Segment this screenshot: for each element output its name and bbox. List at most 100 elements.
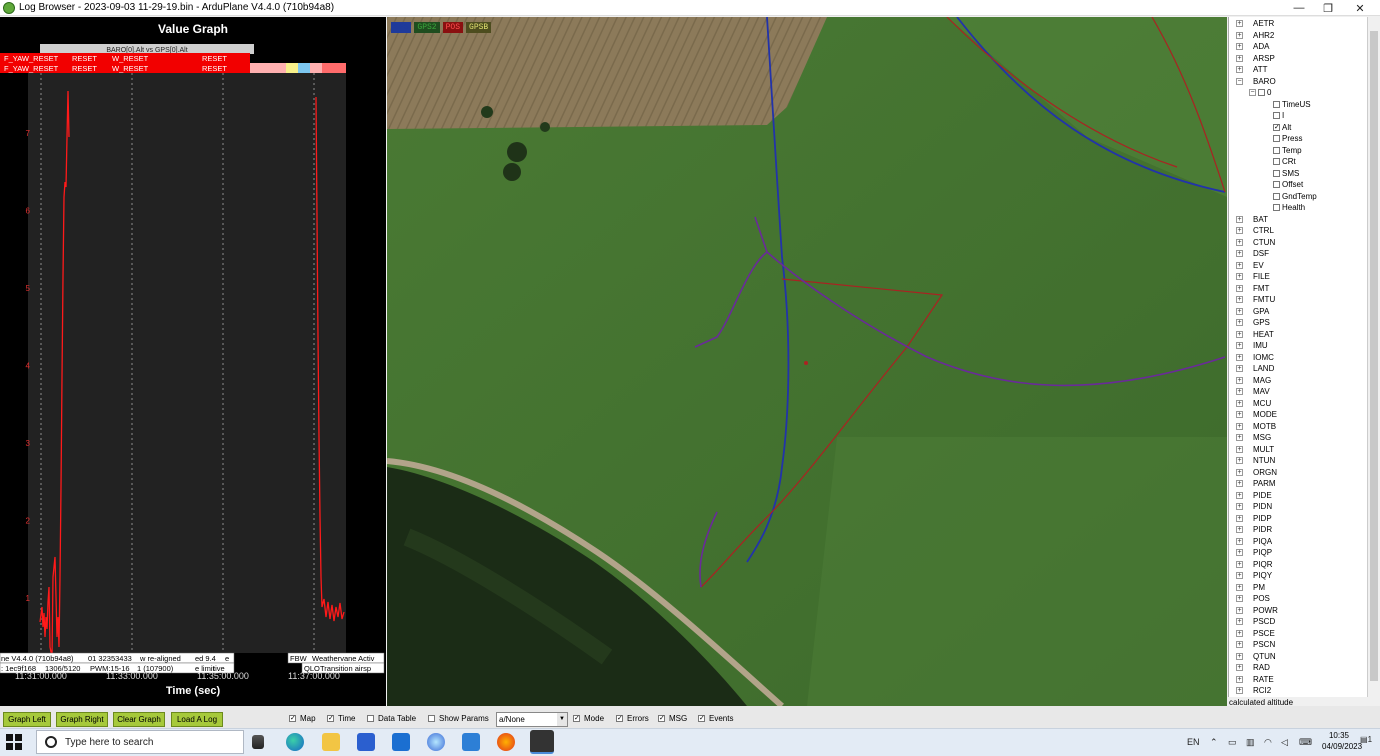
expand-icon[interactable]: +: [1236, 422, 1243, 430]
tree-item-mult[interactable]: + MULT: [1236, 444, 1274, 456]
field-checkbox[interactable]: [1273, 158, 1280, 166]
data-table-check-box[interactable]: [367, 715, 374, 722]
value-graph-panel[interactable]: BARO[0].Alt vs GPS[0].Alt F_YAW_RESET RES…: [0, 17, 386, 706]
field-checkbox[interactable]: [1273, 192, 1280, 200]
expand-icon[interactable]: +: [1236, 261, 1243, 269]
tree-item-ahr2[interactable]: + AHR2: [1236, 30, 1274, 42]
tree-item-heat[interactable]: + HEAT: [1236, 329, 1274, 341]
expand-icon[interactable]: +: [1236, 43, 1243, 51]
clock[interactable]: 10:35 04/09/2023: [1322, 730, 1362, 752]
tree-item-baro[interactable]: − BARO: [1236, 76, 1276, 88]
expand-icon[interactable]: +: [1236, 664, 1243, 672]
expand-icon[interactable]: +: [1236, 31, 1243, 39]
windows-start-icon[interactable]: [6, 734, 22, 750]
field-checkbox[interactable]: ✓: [1273, 123, 1280, 131]
map-panel[interactable]: GPS GPS2 POS GPSB: [387, 17, 1227, 706]
expand-icon[interactable]: +: [1236, 652, 1243, 660]
expand-icon[interactable]: +: [1236, 388, 1243, 396]
store-icon[interactable]: [357, 733, 375, 751]
time-checkbox[interactable]: ✓ Time: [327, 714, 355, 723]
maximize-button[interactable]: ❐: [1313, 0, 1343, 16]
field-offset[interactable]: Offset: [1273, 179, 1303, 191]
msg-checkbox[interactable]: ✓ MSG: [658, 714, 687, 723]
tree-item-piqp[interactable]: + PIQP: [1236, 547, 1272, 559]
tree-item-pos[interactable]: + POS: [1236, 593, 1270, 605]
expand-icon[interactable]: +: [1236, 514, 1243, 522]
data-table-checkbox[interactable]: Data Table: [367, 714, 416, 723]
collapse-icon[interactable]: −: [1249, 89, 1256, 97]
tree-item-powr[interactable]: + POWR: [1236, 605, 1278, 617]
expand-icon[interactable]: +: [1236, 307, 1243, 315]
expand-icon[interactable]: +: [1236, 595, 1243, 603]
expand-icon[interactable]: +: [1236, 468, 1243, 476]
tree-item-ev[interactable]: + EV: [1236, 260, 1264, 272]
errors-check-box[interactable]: ✓: [616, 715, 623, 722]
expand-icon[interactable]: +: [1236, 606, 1243, 614]
expand-icon[interactable]: +: [1236, 675, 1243, 683]
field-checkbox[interactable]: [1273, 112, 1280, 120]
expand-icon[interactable]: +: [1236, 687, 1243, 695]
tree-item-fmtu[interactable]: + FMTU: [1236, 294, 1275, 306]
field-checkbox[interactable]: [1273, 100, 1280, 108]
minimize-button[interactable]: —: [1284, 0, 1314, 16]
tree-item-dsf[interactable]: + DSF: [1236, 248, 1269, 260]
field-press[interactable]: Press: [1273, 133, 1302, 145]
tree-item-gps[interactable]: + GPS: [1236, 317, 1270, 329]
show-params-check-box[interactable]: [428, 715, 435, 722]
mode-checkbox[interactable]: ✓ Mode: [573, 714, 604, 723]
app-icon-blue[interactable]: [462, 733, 480, 751]
tree-item-mcu[interactable]: + MCU: [1236, 398, 1271, 410]
tree-item-ntun[interactable]: + NTUN: [1236, 455, 1275, 467]
graph-left-button[interactable]: Graph Left: [3, 712, 51, 727]
tree-item-parm[interactable]: + PARM: [1236, 478, 1276, 490]
mission-planner-icon[interactable]: [530, 730, 554, 754]
tree-item-pide[interactable]: + PIDE: [1236, 490, 1272, 502]
tree-item-pm[interactable]: + PM: [1236, 582, 1265, 594]
network-icon[interactable]: ▥: [1246, 737, 1255, 748]
expand-icon[interactable]: +: [1236, 238, 1243, 246]
scrollbar-thumb[interactable]: [1370, 31, 1378, 681]
field-sms[interactable]: SMS: [1273, 168, 1299, 180]
field-timeus[interactable]: TimeUS: [1273, 99, 1311, 111]
expand-icon[interactable]: +: [1236, 227, 1243, 235]
chevron-up-icon[interactable]: ⌃: [1210, 737, 1218, 748]
value-graph[interactable]: BARO[0].Alt vs GPS[0].Alt F_YAW_RESET RES…: [0, 17, 386, 706]
field-checkbox[interactable]: [1273, 146, 1280, 154]
expand-icon[interactable]: +: [1236, 411, 1243, 419]
msg-check-box[interactable]: ✓: [658, 715, 665, 722]
tree-item-pscd[interactable]: + PSCD: [1236, 616, 1275, 628]
tree-item-land[interactable]: + LAND: [1236, 363, 1274, 375]
field-gndtemp[interactable]: GndTemp: [1273, 191, 1317, 203]
battery-icon[interactable]: ▭: [1228, 737, 1237, 748]
field-checkbox[interactable]: [1273, 181, 1280, 189]
tree-item-baro-instance[interactable]: −0: [1249, 87, 1271, 99]
tree-item-rate[interactable]: + RATE: [1236, 674, 1274, 686]
tree-item-pidn[interactable]: + PIDN: [1236, 501, 1272, 513]
task-view-icon[interactable]: [252, 735, 264, 749]
clear-graph-button[interactable]: Clear Graph: [113, 712, 165, 727]
tree-item-pscn[interactable]: + PSCN: [1236, 639, 1275, 651]
field-alt[interactable]: ✓ Alt: [1273, 122, 1291, 134]
tree-item-pidr[interactable]: + PIDR: [1236, 524, 1272, 536]
tree-item-orgn[interactable]: + ORGN: [1236, 467, 1277, 479]
expand-icon[interactable]: +: [1236, 284, 1243, 292]
tree-item-rad[interactable]: + RAD: [1236, 662, 1270, 674]
chevron-down-icon[interactable]: ▼: [557, 713, 567, 726]
expand-icon[interactable]: +: [1236, 457, 1243, 465]
tree-item-piqr[interactable]: + PIQR: [1236, 559, 1273, 571]
field-i[interactable]: I: [1273, 110, 1284, 122]
tree-item-imu[interactable]: + IMU: [1236, 340, 1268, 352]
instance-checkbox[interactable]: [1258, 89, 1265, 97]
tree-item-mode[interactable]: + MODE: [1236, 409, 1277, 421]
file-explorer-icon[interactable]: [322, 733, 340, 751]
taskbar-search[interactable]: Type here to search: [36, 730, 244, 754]
tree-item-fmt[interactable]: + FMT: [1236, 283, 1269, 295]
collapse-icon[interactable]: −: [1236, 77, 1243, 85]
expand-icon[interactable]: +: [1236, 215, 1243, 223]
expand-icon[interactable]: +: [1236, 319, 1243, 327]
graph-right-button[interactable]: Graph Right: [56, 712, 108, 727]
tree-item-file[interactable]: + FILE: [1236, 271, 1270, 283]
tree-item-arsp[interactable]: + ARSP: [1236, 53, 1275, 65]
tree-item-msg[interactable]: + MSG: [1236, 432, 1271, 444]
axis-select[interactable]: a/None ▼: [496, 712, 568, 727]
